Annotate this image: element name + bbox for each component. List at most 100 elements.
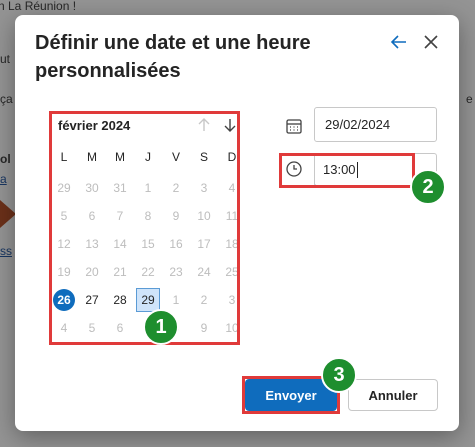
weekday-label: M [115,150,125,164]
calendar-day[interactable]: 2 [162,174,190,202]
calendar-day[interactable]: 6 [78,202,106,230]
calendar-day[interactable]: 16 [162,230,190,258]
calendar-day-label: 7 [116,209,124,223]
calendar-day[interactable]: 3 [190,174,218,202]
calendar-day-label: 8 [144,209,152,223]
weekday-label: L [60,150,68,164]
calendar-day[interactable]: 4 [218,174,246,202]
calendar-day[interactable]: 19 [50,258,78,286]
calendar-day-label: 2 [200,293,208,307]
weekday-label: S [199,150,208,164]
close-icon[interactable] [420,31,442,53]
calendar-day[interactable]: 23 [162,258,190,286]
calendar-day-label: 18 [225,237,239,251]
calendar-day-label: 12 [57,237,71,251]
calendar-day-label: 3 [200,181,208,195]
calendar-day[interactable]: 9 [190,314,218,342]
calendar-day[interactable]: 5 [78,314,106,342]
calendar-day[interactable]: 20 [78,258,106,286]
calendar-day[interactable]: 10 [190,202,218,230]
calendar-day-label: 31 [113,181,127,195]
calendar-day-label: 14 [113,237,127,251]
calendar-day-label: 26 [53,289,75,311]
calendar-day-today[interactable]: 26 [50,286,78,314]
calendar-day[interactable]: 27 [78,286,106,314]
weekday-label: D [227,150,237,164]
calendar-day-label: 6 [116,321,124,335]
calendar-day[interactable]: 24 [190,258,218,286]
step-badge-1: 1 [143,309,179,345]
arrow-up-icon[interactable] [195,116,213,134]
calendar-day[interactable]: 9 [162,202,190,230]
calendar-day-label: 17 [197,237,211,251]
calendar-day-label: 11 [225,209,239,223]
clock-icon [284,159,304,179]
calendar-day-label: 27 [85,293,99,307]
calendar-day-label: 4 [60,321,68,335]
calendar-day-label: 25 [225,265,239,279]
calendar-day-label: 9 [200,321,208,335]
calendar-day[interactable]: 30 [78,174,106,202]
weekday-label: J [145,150,151,164]
calendar-icon [284,116,304,136]
weekday-label: V [171,150,180,164]
calendar-day-label: 2 [172,181,180,195]
calendar-day-label: 5 [60,209,68,223]
calendar-day-label: 20 [85,265,99,279]
custom-date-time-dialog: Définir une date et une heure personnali… [15,15,459,431]
calendar-day[interactable]: 4 [50,314,78,342]
calendar-day[interactable]: 13 [78,230,106,258]
calendar-day[interactable]: 25 [218,258,246,286]
calendar-day-label: 30 [85,181,99,195]
calendar-day[interactable]: 18 [218,230,246,258]
time-value: 13:00 [323,162,356,177]
calendar-day[interactable]: 15 [134,230,162,258]
calendar-day-label: 19 [57,265,71,279]
dialog-title: Définir une date et une heure personnali… [35,32,311,82]
calendar-day-label: 23 [169,265,183,279]
calendar-picker: février 2024 LMMJVSD 29 30 31 1 2 3 4 5 6 7 8 9 10 11… [50,110,239,343]
calendar-day-label: 1 [144,181,152,195]
calendar-day-label: 10 [197,209,211,223]
weekday-label: M [87,150,97,164]
calendar-day[interactable]: 22 [134,258,162,286]
text-caret [356,161,358,178]
calendar-day-label: 4 [228,181,236,195]
calendar-day[interactable]: 21 [106,258,134,286]
calendar-day-label: 6 [88,209,96,223]
calendar-day[interactable]: 1 [134,174,162,202]
calendar-day-label: 29 [57,181,71,195]
calendar-day-label: 21 [113,265,127,279]
calendar-day-label: 10 [225,321,239,335]
date-input[interactable]: 29/02/2024 [314,107,437,142]
calendar-day-label: 1 [172,293,180,307]
calendar-day[interactable]: 12 [50,230,78,258]
cancel-button[interactable]: Annuler [348,379,438,411]
calendar-day[interactable]: 14 [106,230,134,258]
calendar-day[interactable]: 3 [218,286,246,314]
calendar-day-label: 15 [141,237,155,251]
calendar-day[interactable]: 31 [106,174,134,202]
calendar-day-label: 22 [141,265,155,279]
calendar-day-label: 3 [228,293,236,307]
calendar-day[interactable]: 8 [134,202,162,230]
calendar-day[interactable]: 17 [190,230,218,258]
arrow-left-icon[interactable] [388,31,410,53]
step-badge-3: 3 [321,357,357,393]
calendar-day[interactable]: 29 [50,174,78,202]
arrow-down-icon[interactable] [221,116,239,134]
calendar-day[interactable]: 6 [106,314,134,342]
calendar-day-label: 28 [113,293,127,307]
calendar-day-label: 5 [88,321,96,335]
calendar-month-label: février 2024 [58,118,131,133]
calendar-day-label: 16 [169,237,183,251]
step-badge-2: 2 [410,169,446,205]
calendar-day[interactable]: 2 [190,286,218,314]
calendar-day[interactable]: 10 [218,314,246,342]
calendar-day-label: 13 [85,237,99,251]
calendar-day[interactable]: 28 [106,286,134,314]
calendar-day[interactable]: 5 [50,202,78,230]
calendar-day-label: 9 [172,209,180,223]
calendar-day[interactable]: 11 [218,202,246,230]
calendar-day[interactable]: 7 [106,202,134,230]
